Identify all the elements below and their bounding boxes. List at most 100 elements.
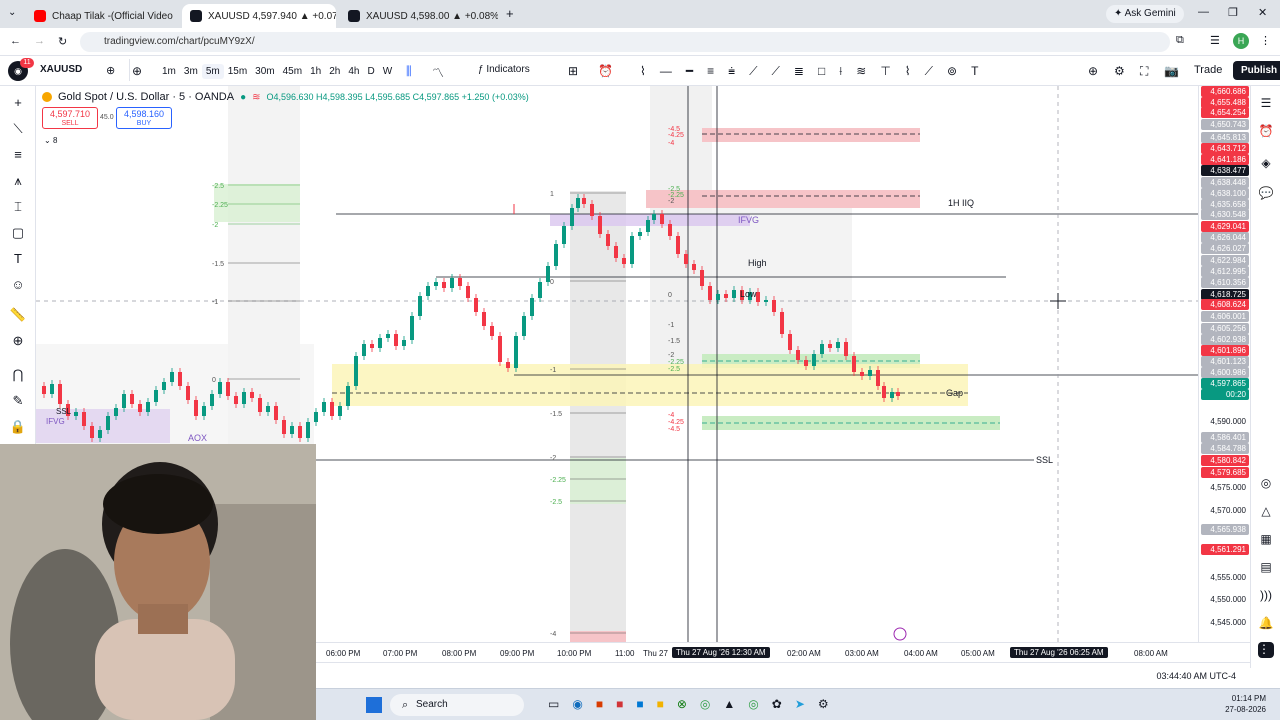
ruler-icon[interactable]: 📏 — [9, 306, 27, 324]
chrome-profile-icon[interactable]: ◎ — [748, 697, 758, 711]
office-icon[interactable]: ■ — [596, 697, 603, 711]
taskbar-clock[interactable]: 01:14 PM 27-08-2026 — [1225, 693, 1266, 715]
watchlist-icon[interactable]: ☰ — [1258, 96, 1274, 112]
interval-D[interactable]: D — [363, 64, 378, 79]
tab-xauusd-active[interactable]: XAUUSD 4,597.940 ▲ +0.07% U — [182, 4, 336, 28]
zoom-icon[interactable]: ⊕ — [1088, 64, 1098, 78]
candle-body — [590, 204, 594, 216]
alert-icon[interactable]: ⏰ — [598, 64, 613, 78]
interval-45m[interactable]: 45m — [279, 64, 306, 79]
apps-icon[interactable]: ⋮⋮ — [1258, 642, 1280, 658]
url-field[interactable]: tradingview.com/chart/pcuMY9zX/ — [80, 32, 1170, 52]
forecast-icon[interactable]: ⌶ — [9, 198, 27, 216]
zoom-in-icon[interactable]: ⊕ — [9, 332, 27, 350]
buy-button[interactable]: 4,598.160 BUY — [116, 107, 172, 129]
lock-icon[interactable]: 🔒 — [9, 418, 27, 436]
news-icon[interactable]: ▤ — [1258, 560, 1274, 576]
profile-avatar[interactable]: H — [1233, 33, 1249, 49]
reload-icon[interactable]: ↻ — [58, 35, 67, 48]
tab-xauusd[interactable]: XAUUSD 4,598.00 ▲ +0.08% U — [340, 4, 498, 28]
clock-label[interactable]: 03:44:40 AM UTC-4 — [1156, 671, 1236, 681]
annotation-label: Gap — [946, 388, 963, 398]
outlook-icon[interactable]: ◉ — [572, 697, 582, 711]
tab-list-icon[interactable]: ⌄ — [8, 7, 16, 18]
interval-1m[interactable]: 1m — [158, 64, 180, 79]
ideas-icon[interactable]: △ — [1258, 504, 1274, 520]
fib-level-label: -2.25 — [550, 477, 566, 484]
candle-body — [114, 408, 118, 416]
back-icon[interactable]: ← — [10, 35, 21, 47]
crosshair-icon[interactable]: + — [9, 94, 27, 112]
compare-add-icon[interactable]: ⊕ — [132, 64, 142, 78]
task-view-icon[interactable]: ▭ — [548, 697, 559, 711]
snapshot-icon[interactable]: 📷 — [1164, 64, 1179, 78]
interval-3m[interactable]: 3m — [180, 64, 202, 79]
browser-menu-icon[interactable]: ⋮ — [1260, 34, 1271, 47]
chart-type-icon[interactable]: 〽 — [432, 64, 444, 81]
trade-label: Trade — [1194, 64, 1223, 76]
fib-level-label: -2.5 — [550, 499, 562, 506]
price-axis[interactable]: 4,660.686 4,655.488 4,654.254 4,650.743 4,64… — [1198, 86, 1250, 642]
symbol-search-button[interactable]: XAUUSD — [40, 59, 130, 81]
app2-icon[interactable]: ▲ — [723, 697, 735, 711]
maximize-icon[interactable]: ❐ — [1228, 6, 1238, 19]
telegram-icon[interactable]: ➤ — [795, 697, 805, 711]
hotlist-icon[interactable]: ◎ — [1258, 476, 1274, 492]
interval-W[interactable]: W — [379, 64, 396, 79]
stay-drawing-icon[interactable]: ✎ — [9, 392, 27, 410]
stream-icon[interactable]: ))) — [1258, 588, 1274, 604]
alerts-icon[interactable]: ⏰ — [1258, 124, 1274, 140]
trend-line-icon[interactable]: ⟍ — [9, 120, 27, 138]
close-icon[interactable]: ✕ — [1258, 6, 1267, 19]
ask-gemini-button[interactable]: ✦ Ask Gemini — [1106, 5, 1184, 23]
app-icon[interactable]: ■ — [636, 697, 643, 711]
interval-5m[interactable]: 5m — [201, 64, 224, 79]
magnet-icon[interactable]: ⋂ — [9, 366, 27, 384]
windows-start-icon[interactable] — [366, 697, 382, 713]
emoji-icon[interactable]: ☺ — [9, 276, 27, 294]
xbox-icon[interactable]: ⊗ — [677, 697, 687, 711]
chat-icon[interactable]: 💬 — [1258, 186, 1274, 202]
extensions-icon[interactable]: ⧉ — [1176, 34, 1184, 47]
candles-icon[interactable]: ⫼ — [406, 64, 412, 79]
tab-youtube[interactable]: Chaap Tilak -(Official Video — [26, 4, 178, 28]
trade-button[interactable]: Trade — [1194, 64, 1222, 76]
fib-icon[interactable]: ≡ — [9, 146, 27, 164]
publish-button[interactable]: Publish — [1233, 61, 1280, 80]
taskbar-search[interactable]: Search — [390, 694, 524, 716]
reading-list-icon[interactable]: ☰ — [1210, 34, 1220, 47]
new-tab-button[interactable]: + — [506, 6, 514, 21]
sell-button[interactable]: 4,597.710 SELL — [42, 107, 98, 129]
file-explorer-icon[interactable]: ■ — [657, 697, 664, 711]
shapes-icon[interactable]: ▢ — [9, 224, 27, 242]
layers-icon[interactable]: ◈ — [1258, 156, 1274, 172]
interval-30m[interactable]: 30m — [251, 64, 278, 79]
symbol-options-icon[interactable]: ⊕ — [106, 64, 115, 77]
interval-4h[interactable]: 4h — [344, 64, 363, 79]
minimize-icon[interactable]: — — [1198, 6, 1209, 18]
pattern-icon[interactable]: ⩚ — [9, 172, 27, 190]
interval-15m[interactable]: 15m — [224, 64, 251, 79]
lens-icon[interactable]: ■ — [616, 697, 623, 711]
indicators-button[interactable]: ƒ Indicators — [478, 64, 530, 75]
chrome-icon[interactable]: ◎ — [700, 697, 710, 711]
candle-body — [796, 350, 800, 360]
settings-app-icon[interactable]: ⚙ — [818, 697, 829, 711]
indicators-collapse-button[interactable]: ⌄ 8 — [44, 136, 57, 145]
time-cursor-label: Thu 27 Aug '26 06:25 AM — [1010, 647, 1108, 658]
settings-icon[interactable]: ⚙ — [1114, 64, 1125, 78]
layouts-icon[interactable]: ⊞ — [568, 64, 578, 78]
candle-body — [362, 344, 366, 356]
text-icon[interactable]: T — [9, 250, 27, 268]
taskbar-apps[interactable]: ▭ ◉ ■ ■ ■ ■ ⊗ ◎ ▲ ◎ ✿ ➤ ⚙ — [548, 697, 829, 711]
candle-body — [442, 282, 446, 288]
time-axis[interactable]: 06:00 PM 07:00 PM 08:00 PM 09:00 PM 10:00 PM… — [316, 642, 1250, 662]
calendar-icon[interactable]: ▦ — [1258, 532, 1274, 548]
notifications-icon[interactable]: 🔔 — [1258, 616, 1274, 632]
chatgpt-icon[interactable]: ✿ — [772, 697, 782, 711]
drawing-favorites-bar[interactable]: ⌇—━≡⩧⟋⟋≣□⟊≋⊤⌇⟋⊚T — [640, 64, 992, 79]
forward-icon[interactable]: → — [34, 35, 45, 47]
interval-2h[interactable]: 2h — [325, 64, 344, 79]
interval-1h[interactable]: 1h — [306, 64, 325, 79]
fullscreen-icon[interactable]: ⛶ — [1140, 64, 1148, 79]
